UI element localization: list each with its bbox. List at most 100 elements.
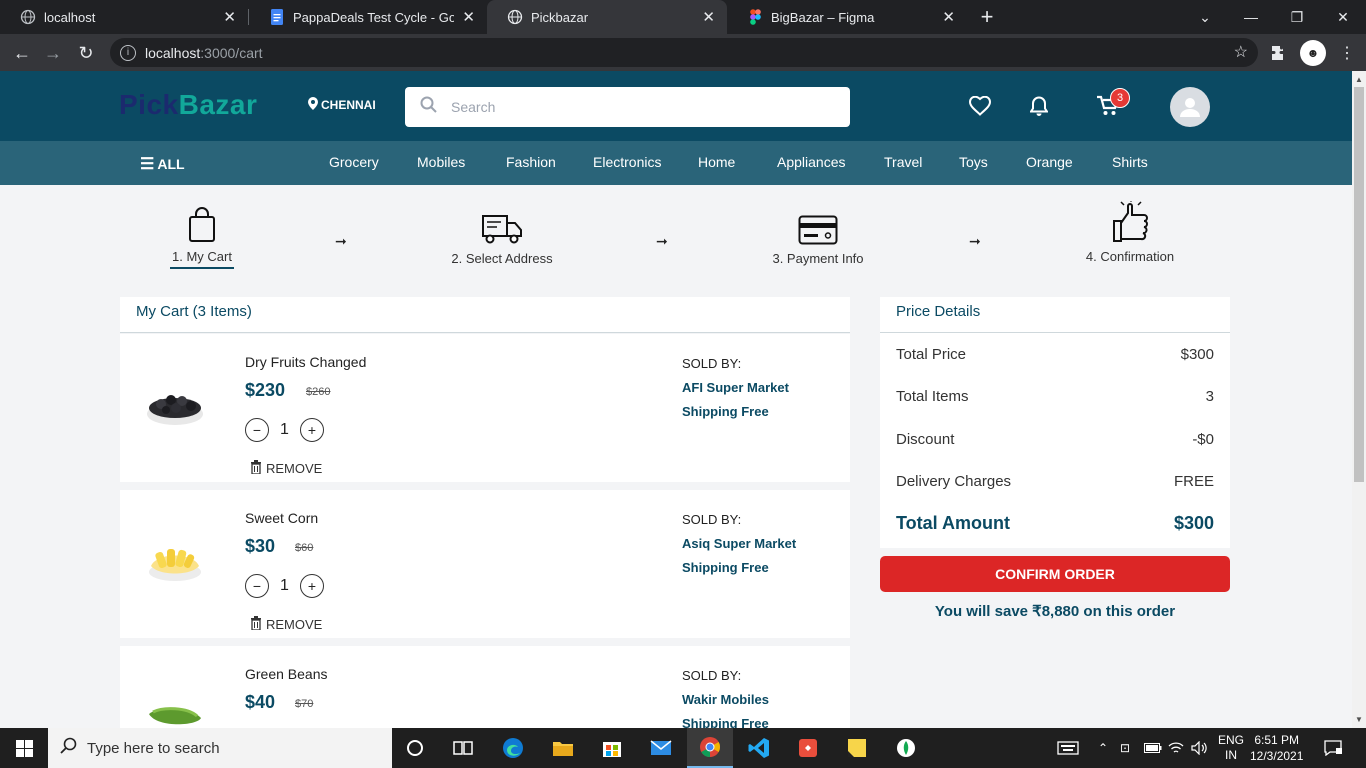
minimize-button[interactable]: —	[1228, 0, 1274, 34]
vscode-icon[interactable]	[736, 728, 782, 768]
browser-menu-icon[interactable]: ⋮	[1334, 40, 1360, 66]
volume-icon[interactable]	[1191, 728, 1209, 768]
browser-profile-avatar[interactable]: ☻	[1300, 40, 1326, 66]
taskbar-clock[interactable]: 6:51 PM 12/3/2021	[1250, 732, 1303, 764]
category-mobiles[interactable]: Mobiles	[417, 154, 465, 170]
mongodb-compass-icon[interactable]	[883, 728, 929, 768]
search-input[interactable]	[451, 99, 831, 115]
wishlist-heart-icon[interactable]	[967, 93, 993, 119]
step-confirmation[interactable]: 4. Confirmation	[1080, 201, 1180, 267]
language-indicator[interactable]: ENG IN	[1218, 728, 1244, 768]
restore-button[interactable]: ❐	[1274, 0, 1320, 34]
edge-browser-icon[interactable]	[490, 728, 536, 768]
truck-icon	[447, 205, 557, 245]
increase-quantity-button[interactable]: +	[300, 574, 324, 598]
map-pin-icon	[308, 97, 318, 113]
category-shirts[interactable]: Shirts	[1112, 154, 1148, 170]
store-name[interactable]: Wakir Mobiles	[682, 688, 769, 712]
category-toys[interactable]: Toys	[959, 154, 988, 170]
meet-now-icon[interactable]: ⊡	[1120, 728, 1130, 768]
remove-item-button[interactable]: REMOVE	[250, 616, 322, 633]
tray-chevron-up-icon[interactable]: ⌃	[1098, 728, 1108, 768]
site-header: PickBazar CHENNAI	[0, 71, 1352, 141]
back-arrow-icon[interactable]: ←	[9, 40, 35, 66]
decrease-quantity-button[interactable]: −	[245, 418, 269, 442]
step-my-cart[interactable]: 1. My Cart	[170, 203, 234, 269]
category-fashion[interactable]: Fashion	[506, 154, 556, 170]
search-bar[interactable]	[405, 87, 850, 127]
close-window-button[interactable]: ✕	[1320, 0, 1366, 34]
shopping-bag-icon	[170, 203, 234, 243]
windows-start-icon[interactable]	[0, 728, 48, 768]
category-orange[interactable]: Orange	[1026, 154, 1073, 170]
store-name[interactable]: Asiq Super Market	[682, 532, 796, 556]
all-categories-button[interactable]: ☰ ALL	[140, 154, 185, 174]
tab-title: localhost	[44, 9, 96, 25]
sticky-notes-icon[interactable]	[834, 728, 880, 768]
address-bar[interactable]: i localhost:3000/cart ☆	[110, 38, 1258, 67]
confirm-order-button[interactable]: CONFIRM ORDER	[880, 556, 1230, 592]
tab-search-chevron-icon[interactable]: ⌄	[1182, 0, 1228, 34]
reload-icon[interactable]: ↻	[73, 40, 99, 66]
scroll-down-arrow-icon[interactable]: ▼	[1352, 712, 1366, 726]
taskbar-search[interactable]: Type here to search	[48, 728, 392, 768]
close-tab-icon[interactable]: ✕	[462, 8, 475, 26]
store-name[interactable]: AFI Super Market	[682, 376, 789, 400]
category-grocery[interactable]: Grocery	[329, 154, 379, 170]
category-appliances[interactable]: Appliances	[777, 154, 846, 170]
browser-toolbar: ← → ↻ i localhost:3000/cart ☆ ☻ ⋮	[0, 34, 1366, 71]
browser-tab-google-docs[interactable]: PappaDeals Test Cycle - Google Docs ✕	[249, 0, 487, 34]
user-avatar[interactable]	[1170, 87, 1210, 127]
git-app-icon[interactable]	[785, 728, 831, 768]
site-info-icon[interactable]: i	[120, 44, 136, 61]
remove-item-button[interactable]: REMOVE	[250, 460, 322, 477]
step-label: 4. Confirmation	[1085, 249, 1175, 264]
thumbs-up-icon	[1080, 201, 1180, 243]
globe-icon	[20, 9, 36, 25]
notification-center-icon[interactable]	[1324, 728, 1342, 768]
scroll-up-arrow-icon[interactable]: ▲	[1352, 72, 1366, 86]
category-electronics[interactable]: Electronics	[593, 154, 661, 170]
bookmark-star-icon[interactable]: ☆	[1234, 42, 1248, 62]
chrome-icon[interactable]	[687, 728, 733, 768]
cart-item: Sweet Corn $30 $60 − 1 + REMOVE SOLD BY:…	[120, 490, 850, 638]
category-home[interactable]: Home	[698, 154, 735, 170]
category-travel[interactable]: Travel	[884, 154, 922, 170]
step-arrow-icon: ➞	[969, 233, 981, 249]
close-tab-icon[interactable]: ✕	[223, 8, 236, 26]
extensions-puzzle-icon[interactable]	[1266, 40, 1292, 66]
scrollbar-thumb[interactable]	[1354, 87, 1364, 482]
browser-tab-localhost[interactable]: localhost ✕	[0, 0, 248, 34]
file-explorer-icon[interactable]	[540, 728, 586, 768]
cortana-icon[interactable]	[392, 728, 438, 768]
product-image-green-beans	[145, 704, 205, 728]
keyboard-icon[interactable]	[1057, 728, 1079, 768]
close-tab-icon[interactable]: ✕	[942, 8, 955, 26]
wifi-icon[interactable]	[1168, 728, 1184, 768]
notification-bell-icon[interactable]	[1026, 93, 1052, 119]
microsoft-store-icon[interactable]	[589, 728, 635, 768]
increase-quantity-button[interactable]: +	[300, 418, 324, 442]
step-select-address[interactable]: 2. Select Address	[447, 205, 557, 269]
battery-icon[interactable]	[1144, 728, 1162, 768]
product-price: $230	[245, 380, 286, 400]
clock-time: 6:51 PM	[1254, 733, 1300, 747]
shipping-info: Shipping Free	[682, 716, 769, 728]
savings-note: You will save ₹8,880 on this order	[934, 603, 1176, 620]
decrease-quantity-button[interactable]: −	[245, 574, 269, 598]
tab-title: PappaDeals Test Cycle - Google Docs	[293, 9, 455, 25]
new-tab-button[interactable]: +	[976, 4, 998, 30]
mail-icon[interactable]	[638, 728, 684, 768]
browser-tab-pickbazar[interactable]: Pickbazar ✕	[487, 0, 727, 34]
step-payment-info[interactable]: 3. Payment Info	[768, 205, 868, 269]
pickbazar-logo[interactable]: PickBazar	[119, 89, 257, 121]
task-view-icon[interactable]	[440, 728, 486, 768]
sold-by-label: SOLD BY:	[682, 356, 742, 371]
price-row-discount: Discount -$0	[896, 431, 1214, 448]
step-label: 2. Select Address	[451, 251, 553, 266]
forward-arrow-icon[interactable]: →	[40, 40, 66, 66]
product-mrp: $260	[306, 386, 331, 398]
location-selector[interactable]: CHENNAI	[308, 97, 376, 113]
browser-tab-figma[interactable]: BigBazar – Figma ✕	[727, 0, 967, 34]
close-tab-icon[interactable]: ✕	[702, 8, 715, 26]
